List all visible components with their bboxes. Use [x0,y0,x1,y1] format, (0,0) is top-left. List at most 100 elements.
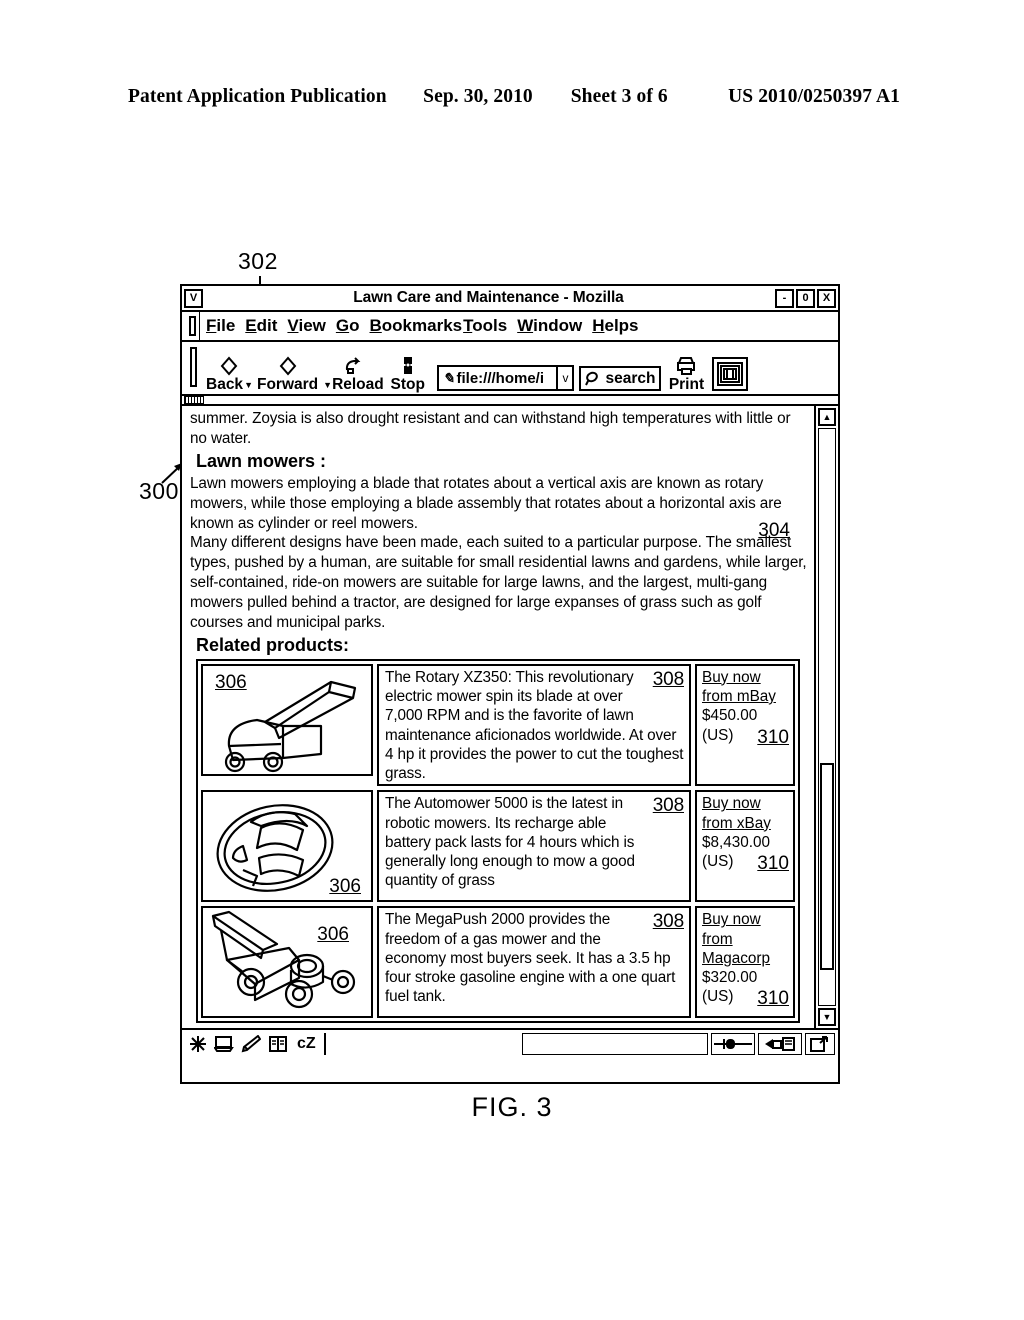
asterisk-icon[interactable] [189,1035,207,1053]
callout-304: 304 [758,520,790,541]
printer-icon [675,355,697,377]
product-price: $450.00 [702,707,758,725]
status-bar: cZ [182,1028,838,1058]
menu-item-window[interactable]: Window [517,316,582,336]
product-image-cell[interactable]: 306 [201,663,373,776]
stop-label: Stop [390,375,425,393]
minimize-button[interactable]: - [775,288,794,308]
product-currency: (US) [702,853,734,871]
maximize-button[interactable]: 0 [796,288,815,308]
close-button[interactable]: X [817,288,836,308]
personal-toolbar-handle[interactable] [182,396,838,406]
back-button[interactable]: Back ▼ [206,355,253,393]
menu-item-helps[interactable]: Helps [592,316,638,336]
product-row: 306 [201,906,795,1019]
url-input[interactable]: file:///home/i [456,371,556,386]
back-arrow-icon [220,355,238,377]
callout-310: 310 [757,988,789,1010]
browser-logo-icon[interactable] [712,357,749,391]
menu-item-tools[interactable]: Tools [463,316,507,336]
patent-publication-label: Patent Application Publication [128,86,387,107]
callout-306: 306 [329,876,361,898]
product-row: 306 [201,790,795,903]
resize-grip-icon[interactable] [805,1033,835,1055]
product-currency: (US) [702,726,734,744]
callout-308: 308 [652,911,684,933]
product-description: The Rotary XZ350: This revolutionary ele… [385,668,684,783]
menu-bar: File Edit View Go Bookmarks Tools Window… [182,312,838,342]
patent-sheet: Sheet 3 of 6 [570,86,668,107]
print-button[interactable]: Print [666,355,706,393]
product-description-cell: 308 The Automower 5000 is the latest in … [377,790,691,903]
status-icon-group [185,1035,294,1053]
patent-figure-page: Patent Application Publication Sep. 30, … [0,0,1024,1320]
patent-header: Patent Application Publication Sep. 30, … [128,86,900,108]
page-icon: ✎ [442,369,455,386]
pencil-icon[interactable] [241,1035,261,1053]
patent-number: US 2010/0250397 A1 [728,86,900,107]
content-area-wrapper: summer. Zoysia is also drought resistant… [182,406,838,1028]
system-menu-icon[interactable]: V [184,288,203,308]
forward-button[interactable]: Forward [257,355,318,393]
toolbar-grip-handle[interactable] [186,342,200,392]
progress-field [521,1033,708,1055]
callout-306: 306 [317,924,349,946]
product-description: The Automower 5000 is the latest in robo… [385,795,635,890]
patent-date: Sep. 30, 2010 [423,86,533,107]
product-description-cell: 308 The MegaPush 2000 provides the freed… [377,906,691,1019]
callout-308: 308 [652,795,684,817]
connection-indicator-icon[interactable] [711,1033,755,1055]
menu-item-file[interactable]: File [206,316,235,336]
vertical-scrollbar[interactable]: ▲ ▼ [814,406,838,1028]
scroll-up-button[interactable]: ▲ [818,408,836,426]
reload-button[interactable]: ▼ Reload [322,355,384,393]
product-currency: (US) [702,988,734,1006]
title-bar: V Lawn Care and Maintenance - Mozilla - … [182,286,838,312]
back-dropdown-icon[interactable]: ▼ [244,378,253,392]
callout-310: 310 [757,726,789,748]
article-paragraph-1: summer. Zoysia is also drought resistant… [190,410,791,447]
page-content: summer. Zoysia is also drought resistant… [182,406,814,1028]
search-label: search [605,369,656,387]
book-icon[interactable] [268,1035,288,1053]
menu-item-go[interactable]: Go [336,316,360,336]
search-magnifier-icon [585,371,603,387]
scroll-down-button[interactable]: ▼ [818,1008,836,1026]
product-description: The MegaPush 2000 provides the freedom o… [385,911,676,1006]
buy-now-link[interactable]: Buy now from Magacorp [702,910,789,968]
callout-310: 310 [757,853,789,875]
stop-button[interactable]: Stop [388,355,428,393]
menu-item-edit[interactable]: Edit [245,316,277,336]
status-message-field [323,1033,519,1055]
buy-now-link[interactable]: Buy now from mBay [702,668,789,707]
url-bar[interactable]: ✎ file:///home/i v [436,365,575,391]
url-dropdown-icon[interactable]: v [556,367,572,389]
product-image-cell[interactable]: 306 [201,906,373,1019]
navigation-toolbar: Back ▼ Forward ▼ Reload Stop ✎ file:///h… [182,342,838,396]
scrollbar-track[interactable] [818,428,836,1006]
article-heading: Lawn mowers : [196,450,327,471]
browser-window: V Lawn Care and Maintenance - Mozilla - … [180,284,840,1084]
forward-label: Forward [256,375,319,393]
product-image-cell[interactable]: 306 [201,790,373,903]
forward-arrow-icon [279,355,297,377]
related-products-heading: Related products: [196,634,350,655]
product-price: $320.00 [702,969,758,987]
product-buy-cell: Buy now from Magacorp $320.00 310 (US) [695,906,795,1019]
search-button[interactable]: search [579,366,662,391]
menu-item-view[interactable]: View [287,316,325,336]
window-controls: - 0 X [775,288,836,308]
toolbar-grip-box-icon[interactable] [184,396,204,404]
menubar-grip-handle[interactable] [186,312,200,340]
security-lock-icon[interactable] [758,1033,802,1055]
forward-dropdown-icon[interactable]: ▼ [323,378,332,392]
window-title: Lawn Care and Maintenance - Mozilla [353,289,624,306]
buy-now-link[interactable]: Buy now from xBay [702,794,789,833]
callout-302: 302 [238,248,278,274]
menu-item-bookmarks[interactable]: Bookmarks [370,316,463,336]
monitor-icon[interactable] [214,1035,234,1053]
back-label: Back [206,375,244,393]
scrollbar-thumb[interactable] [820,763,834,971]
reload-label: Reload [332,375,384,393]
related-products-table: 306 308 The Rotary XZ350: This revolutio… [196,658,800,1024]
